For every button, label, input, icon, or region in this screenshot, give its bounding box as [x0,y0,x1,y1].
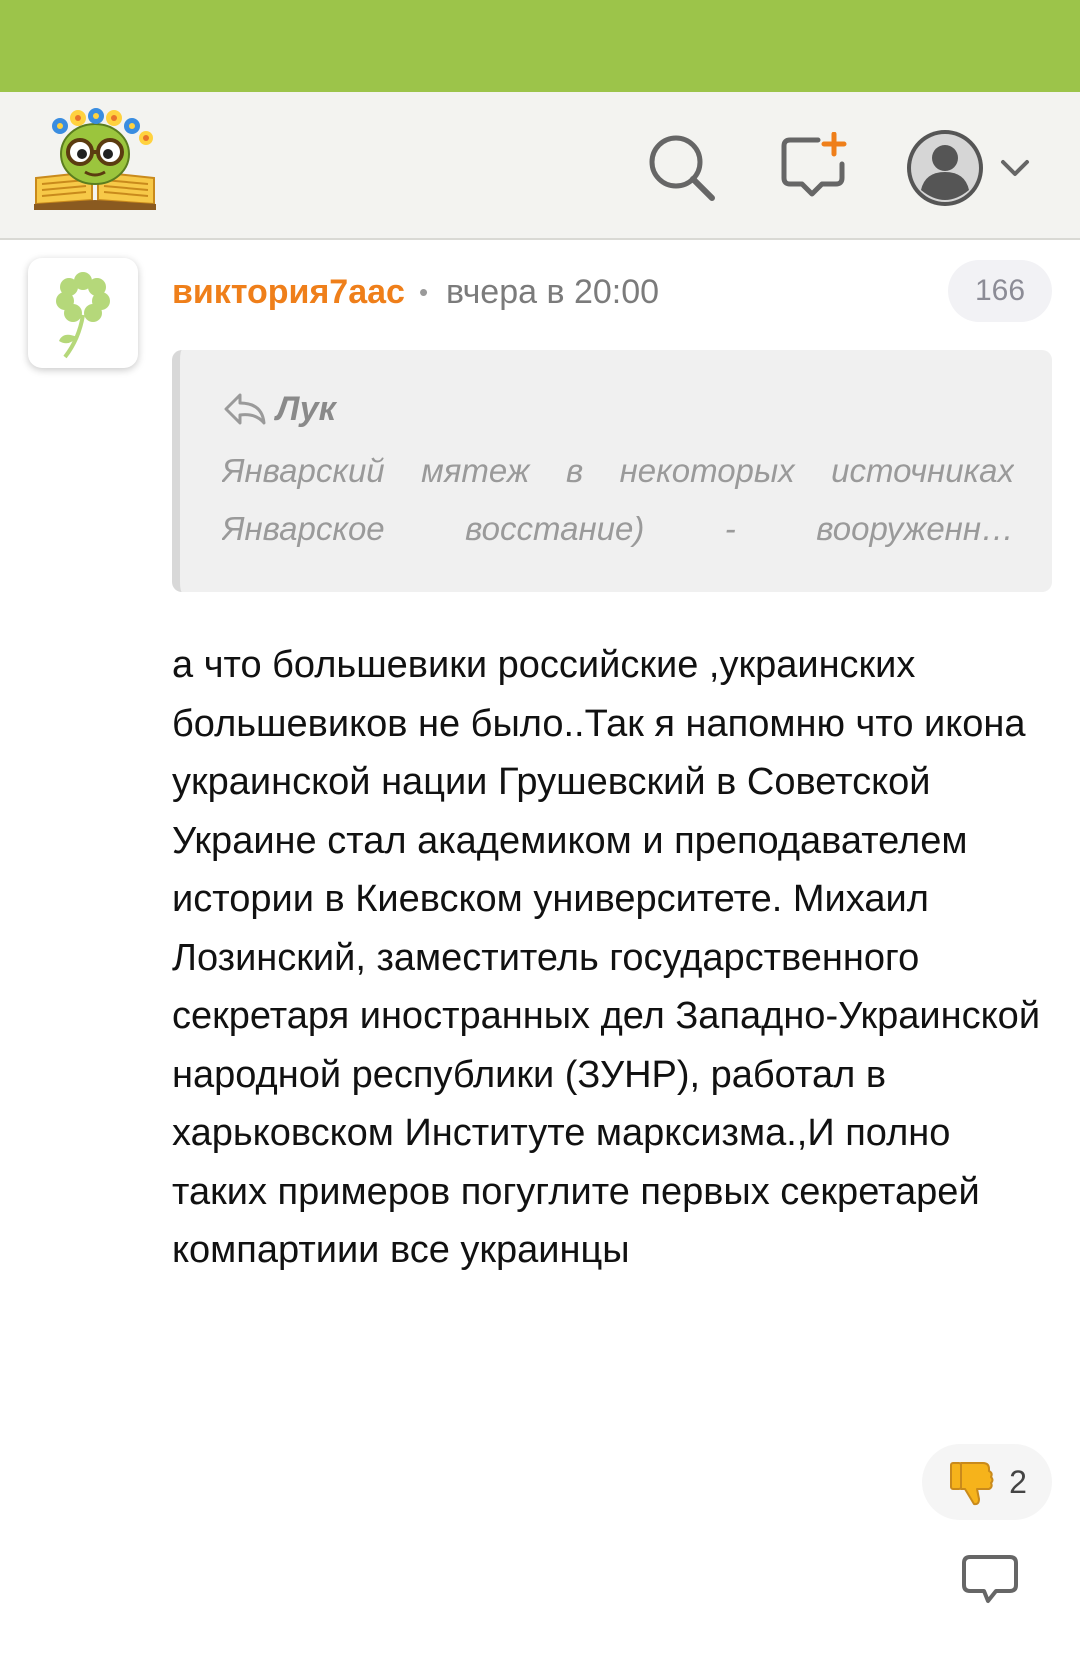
profile-menu-button[interactable] [900,118,1040,218]
comment-timestamp: вчера в 20:00 [446,272,660,311]
dislike-button[interactable]: 2 [922,1444,1052,1520]
quote-author: Лук [276,389,336,428]
quoted-comment[interactable]: Лук Январский мятеж в некоторых источник… [172,350,1052,592]
new-message-button[interactable] [772,126,856,210]
comment-text: а что большевики российские ,украинских … [172,644,1041,1271]
flower-avatar-icon [56,272,110,359]
author-name[interactable]: виктория7аас [172,273,405,312]
comment-meta: виктория7аас • вчера в 20:00 [172,268,659,316]
search-button[interactable] [640,126,724,210]
comment-bubble-icon [962,1555,1018,1603]
user-avatar-icon [907,130,983,206]
comment: виктория7аас • вчера в 20:00 166 Лук Янв… [0,240,1080,1654]
bookworm-logo[interactable] [30,108,160,212]
thumbs-down-icon [950,1462,994,1506]
author-avatar[interactable] [28,258,138,368]
dislike-count: 2 [1009,1463,1027,1500]
reply-arrow-icon [224,393,266,425]
quote-text: Январский мятеж в некоторых источниках Я… [222,452,1014,547]
app-header [0,92,1080,240]
reply-button[interactable] [950,1546,1030,1616]
search-icon [649,135,715,201]
new-message-icon [781,132,847,197]
chevron-down-icon [1001,160,1029,176]
status-bar [0,0,1080,92]
quote-header: Лук [222,384,1014,434]
comment-count-badge[interactable]: 166 [948,260,1052,322]
meta-separator: • [418,276,429,307]
